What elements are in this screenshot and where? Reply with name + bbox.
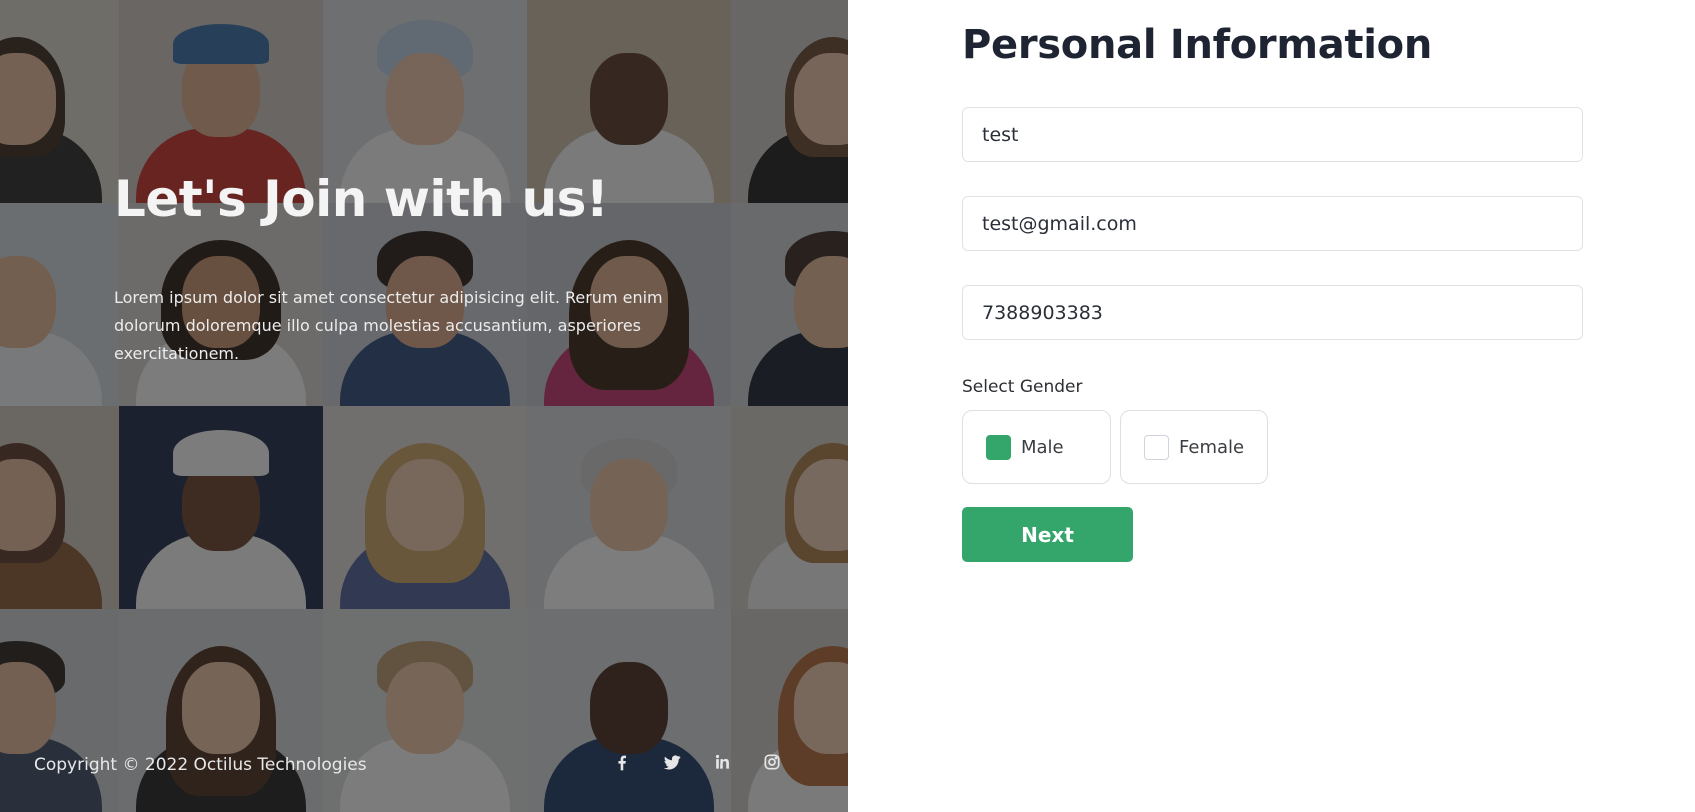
facebook-icon[interactable] xyxy=(608,748,636,776)
email-field[interactable] xyxy=(962,196,1583,251)
form-panel: Personal Information Select Gender Male … xyxy=(848,0,1695,812)
form-title: Personal Information xyxy=(962,22,1432,68)
phone-field[interactable] xyxy=(962,285,1583,340)
hero-description: Lorem ipsum dolor sit amet consectetur a… xyxy=(114,288,663,363)
female-checkbox[interactable] xyxy=(1144,434,1169,460)
social-links xyxy=(608,748,786,776)
hero-title: Let's Join with us! xyxy=(114,170,609,228)
linkedin-icon[interactable] xyxy=(708,748,736,776)
male-checkbox[interactable] xyxy=(986,434,1011,460)
hero-panel: Let's Join with us! Lorem ipsum dolor si… xyxy=(0,0,848,812)
gender-option-label: Male xyxy=(1021,436,1064,458)
next-button[interactable]: Next xyxy=(962,507,1133,562)
gender-option-male[interactable]: Male xyxy=(962,410,1111,484)
gender-label: Select Gender xyxy=(962,377,1083,397)
gender-option-female[interactable]: Female xyxy=(1120,410,1268,484)
name-field[interactable] xyxy=(962,107,1583,162)
copyright-text: Copyright © 2022 Octilus Technologies xyxy=(34,755,367,775)
gender-option-label: Female xyxy=(1179,436,1245,458)
twitter-icon[interactable] xyxy=(658,748,686,776)
dark-overlay xyxy=(0,0,848,812)
instagram-icon[interactable] xyxy=(758,748,786,776)
